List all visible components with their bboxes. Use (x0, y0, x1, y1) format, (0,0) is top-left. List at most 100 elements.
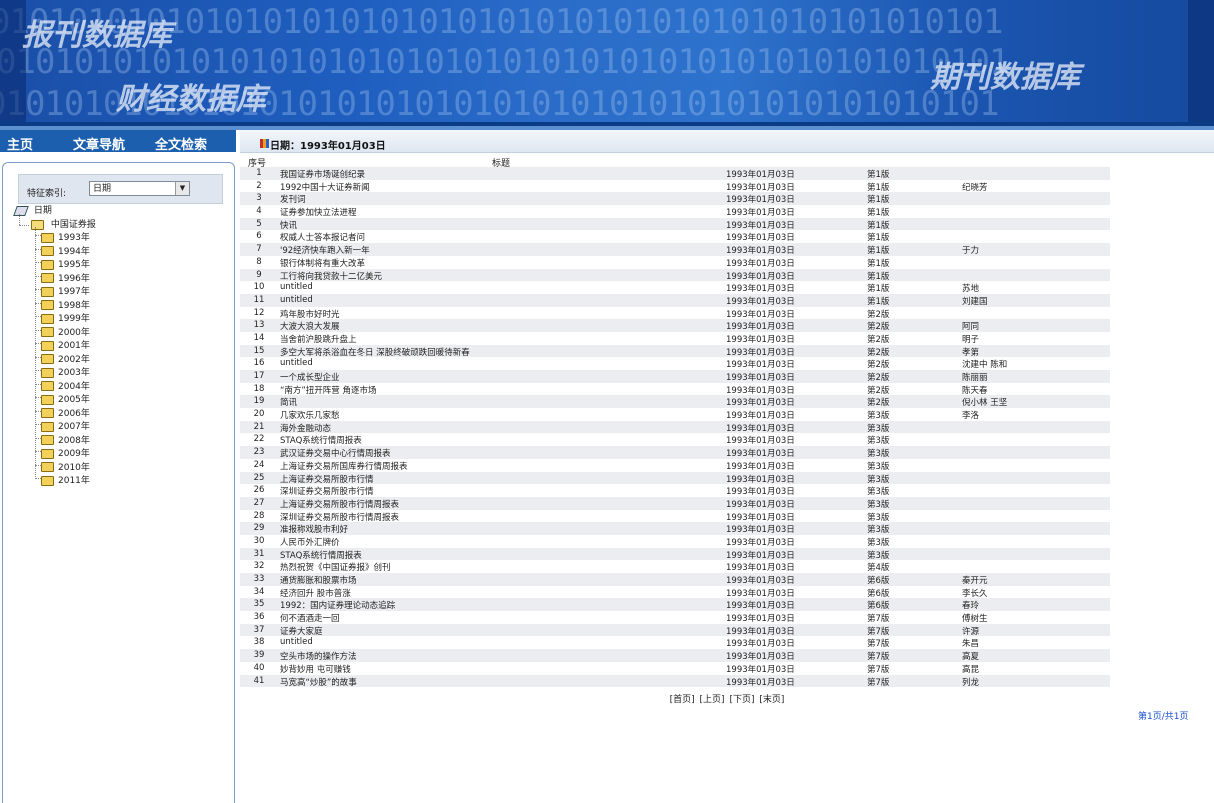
tree-node-newspaper[interactable]: 中国证券报 (31, 217, 96, 230)
article-title-link[interactable]: 鸡年股市好时光 (280, 308, 340, 320)
article-title-link[interactable]: 准报称戏股市利好 (280, 523, 348, 535)
article-title-link[interactable]: 几家欢乐几家愁 (280, 409, 340, 421)
nav-home[interactable]: 主页 (7, 134, 33, 153)
article-title-link[interactable]: 证券参加快立法进程 (280, 206, 357, 218)
tree-year-item[interactable]: 1996年 (41, 271, 90, 284)
pager-last[interactable]: [末页] (759, 695, 784, 705)
article-title-link[interactable]: untitled (280, 637, 313, 647)
row-number: 37 (253, 624, 265, 635)
row-number: 17 (253, 371, 265, 381)
row-page: 第1版 (867, 296, 890, 307)
row-date: 1993年01月03日 (726, 347, 795, 358)
table-row: 30 人民币外汇牌价 1993年01月03日 第3版 (240, 535, 1110, 548)
article-title-link[interactable]: 武汉证券交易中心行情周报表 (280, 447, 391, 459)
article-title-link[interactable]: '92经济快车跑入新一年 (280, 244, 370, 256)
row-page: 第3版 (867, 499, 890, 510)
row-number: 36 (253, 612, 265, 623)
article-title-link[interactable]: 人民币外汇牌价 (280, 536, 340, 548)
banner-logo-finance: 财经数据库 (116, 82, 266, 117)
feature-index-select[interactable]: 日期 ▼ (89, 181, 190, 196)
tree-year-label: 1994年 (58, 246, 90, 257)
table-row: 29 准报称戏股市利好 1993年01月03日 第3版 (240, 522, 1110, 535)
row-date: 1993年01月03日 (726, 449, 795, 460)
row-page: 第7版 (867, 652, 890, 663)
pager-next[interactable]: [下页] (729, 695, 754, 705)
tree-year-item[interactable]: 2004年 (41, 379, 90, 392)
tree-year-item[interactable]: 2011年 (41, 473, 90, 486)
tree-root[interactable]: 日期 (13, 203, 52, 216)
pager-first[interactable]: [首页] (670, 695, 695, 705)
tree-year-item[interactable]: 1994年 (41, 244, 90, 257)
tree-year-item[interactable]: 1998年 (41, 298, 90, 311)
tree-year-item[interactable]: 1997年 (41, 284, 90, 297)
article-title-link[interactable]: 海外金融动态 (280, 422, 331, 434)
article-title-link[interactable]: 1992：国内证券理论动态追踪 (280, 599, 395, 611)
article-title-link[interactable]: 权威人士答本报记者问 (280, 231, 365, 243)
article-title-link[interactable]: 银行体制将有重大改革 (280, 257, 365, 269)
article-title-link[interactable]: untitled (280, 282, 313, 292)
article-title-link[interactable]: 空头市场的操作方法 (280, 650, 357, 662)
article-title-link[interactable]: 马宽高“炒股”的故事 (280, 676, 357, 688)
article-title-link[interactable]: 上海证券交易所国库券行情周报表 (280, 460, 408, 472)
article-title-link[interactable]: STAQ系统行情周报表 (280, 434, 362, 446)
article-title-link[interactable]: untitled (280, 358, 313, 368)
article-title-link[interactable]: 我国证券市场诞创纪录 (280, 168, 365, 180)
article-title-link[interactable]: 大波大浪大发展 (280, 320, 340, 332)
tree-year-item[interactable]: 2010年 (41, 460, 90, 473)
row-page: 第2版 (867, 398, 890, 409)
article-title-link[interactable]: “南方”扭开阵营 角逐市场 (280, 384, 377, 396)
tree-year-label: 2001年 (58, 341, 90, 351)
article-title-link[interactable]: 发刊词 (280, 193, 306, 205)
article-title-link[interactable]: 快讯 (280, 219, 297, 231)
article-title-link[interactable]: 简讯 (280, 396, 297, 408)
date-marker-icon (260, 139, 269, 148)
tree-year-item[interactable]: 2003年 (41, 365, 90, 378)
article-title-link[interactable]: 证券大家庭 (280, 625, 323, 637)
article-title-link[interactable]: 妙背妙用 屯可赚钱 (280, 663, 351, 675)
tree-connector (19, 214, 20, 225)
article-title-link[interactable]: untitled (280, 295, 313, 305)
nav-fulltext-search[interactable]: 全文检索 (155, 134, 207, 153)
tree-year-item[interactable]: 1993年 (41, 230, 90, 243)
tree-year-item[interactable]: 2007年 (41, 419, 90, 432)
chevron-down-icon[interactable]: ▼ (175, 182, 189, 195)
row-page: 第6版 (867, 601, 890, 612)
article-table: 序号 标题 1 我国证券市场诞创纪录 1993年01月03日 第1版 2 1992中国十大… (240, 155, 1110, 688)
tree-year-item[interactable]: 1999年 (41, 311, 90, 324)
row-author: 春玲 (962, 601, 980, 612)
article-title-link[interactable]: 深圳证券交易所股市行情 (280, 485, 374, 497)
row-date: 1993年01月03日 (726, 334, 795, 345)
row-date: 1993年01月03日 (726, 182, 795, 193)
article-title-link[interactable]: 经济回升 股市普涨 (280, 587, 351, 599)
article-title-link[interactable]: 通货膨胀和股票市场 (280, 574, 357, 586)
tree-year-label: 2007年 (58, 422, 90, 432)
article-title-link[interactable]: 热烈祝贺《中国证券报》创刊 (280, 561, 391, 573)
article-title-link[interactable]: 当舍前沪股跳升盘上 (280, 333, 357, 345)
article-title-link[interactable]: 上海证券交易所股市行情 (280, 473, 374, 485)
article-title-link[interactable]: 何不酒酒走一回 (280, 612, 340, 624)
tree-year-item[interactable]: 2005年 (41, 392, 90, 405)
tree-year-item[interactable]: 1995年 (41, 257, 90, 270)
tree-year-item[interactable]: 2000年 (41, 325, 90, 338)
tree-year-item[interactable]: 2002年 (41, 352, 90, 365)
pager-prev[interactable]: [上页] (700, 695, 725, 705)
tree-year-item[interactable]: 2008年 (41, 433, 90, 446)
row-date: 1993年01月03日 (726, 677, 795, 688)
folder-icon (41, 408, 54, 418)
tree-year-item[interactable]: 2009年 (41, 446, 90, 459)
article-title-link[interactable]: 一个成长型企业 (280, 371, 340, 383)
table-row: 31 STAQ系统行情周报表 1993年01月03日 第3版 (240, 547, 1110, 561)
article-title-link[interactable]: 1992中国十大证券新闻 (280, 181, 370, 193)
article-title-link[interactable]: 上海证券交易所股市行情周报表 (280, 498, 399, 510)
main-nav: 主页 文章导航 全文检索 (0, 130, 236, 153)
folder-icon (41, 327, 54, 337)
article-title-link[interactable]: STAQ系统行情周报表 (280, 549, 362, 561)
tree-year-label: 2010年 (58, 462, 90, 473)
tree-year-item[interactable]: 2001年 (41, 338, 90, 351)
table-row: 13 大波大浪大发展 1993年01月03日 第2版 阿同 (240, 319, 1110, 332)
article-title-link[interactable]: 深圳证券交易所股市行情周报表 (280, 511, 399, 523)
nav-article-navigation[interactable]: 文章导航 (73, 134, 125, 153)
tree-year-item[interactable]: 2006年 (41, 406, 90, 419)
article-title-link[interactable]: 工行将向我贷款十二亿美元 (280, 270, 382, 282)
article-title-link[interactable]: 多空大军将杀浴血在冬日 深股终破顽跌回暖待新春 (280, 346, 470, 358)
